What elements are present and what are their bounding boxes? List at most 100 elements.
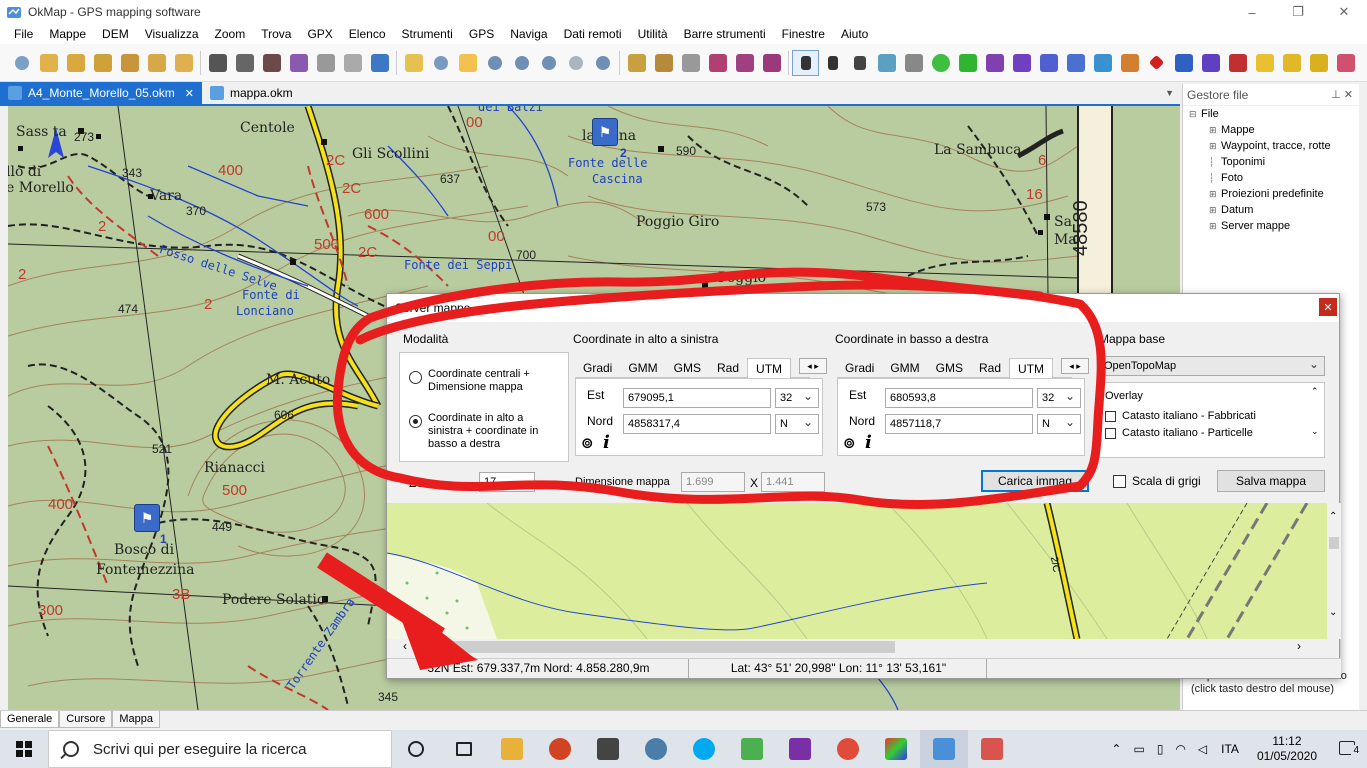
top-left-zone-select[interactable]: 32 [775, 387, 819, 408]
restore-button[interactable]: ❐ [1275, 0, 1321, 24]
dimension-height-input[interactable]: 1.441 [761, 472, 825, 492]
radio-button-selected[interactable] [409, 415, 422, 428]
file-explorer-icon[interactable] [488, 730, 536, 768]
map-info-icon[interactable] [400, 50, 427, 76]
route-edit-icon[interactable] [1008, 50, 1035, 76]
close-window-button[interactable]: ✕ [1321, 0, 1367, 24]
bottom-right-est-input[interactable]: 680593,8 [885, 388, 1033, 408]
scroll-up-icon[interactable]: ⌃ [1329, 511, 1337, 522]
chart-app-icon[interactable] [728, 730, 776, 768]
open-map-icon[interactable] [35, 50, 62, 76]
top-left-nord-input[interactable]: 4858317,4 [623, 414, 771, 434]
tree-node-toponimi[interactable]: ┆ Toponimi [1189, 154, 1359, 170]
menu-gpx[interactable]: GPX [299, 24, 340, 44]
tab-gmm[interactable]: GMM [620, 358, 666, 378]
start-button[interactable] [0, 730, 48, 768]
zoom-scale-icon[interactable] [562, 50, 589, 76]
paint-app-icon[interactable] [872, 730, 920, 768]
tree-node-file[interactable]: ⊟ File [1189, 106, 1359, 122]
tree-node-server-mappe[interactable]: ⊞ Server mappe [1189, 218, 1359, 234]
route-points-icon[interactable] [981, 50, 1008, 76]
tab-gms[interactable]: GMS [927, 358, 972, 378]
open-recent-icon[interactable] [116, 50, 143, 76]
okmap-taskbar-icon[interactable] [920, 730, 968, 768]
menu-trova[interactable]: Trova [253, 24, 299, 44]
skype-icon[interactable] [680, 730, 728, 768]
preview-vertical-scrollbar[interactable]: ⌃ ⌄ [1327, 503, 1341, 639]
delete-track-icon[interactable] [731, 50, 758, 76]
chrome-icon[interactable] [824, 730, 872, 768]
zoom-1-1-icon[interactable] [589, 50, 616, 76]
radio-corners[interactable]: Coordinate in alto a sinistra + coordina… [409, 412, 559, 451]
collapse-icon[interactable]: ⊟ [1189, 109, 1201, 120]
preview-horizontal-scrollbar[interactable]: ‹ › [387, 639, 1327, 656]
clock[interactable]: 11:12 01/05/2020 [1247, 734, 1327, 764]
tabs-dropdown-icon[interactable]: ▼ [1165, 88, 1174, 98]
scroll-down-icon[interactable]: ⌄ [1329, 607, 1337, 618]
tree-node-foto[interactable]: ┆ Foto [1189, 170, 1359, 186]
tab-utm[interactable]: UTM [747, 358, 792, 378]
checkbox[interactable] [1105, 427, 1116, 439]
tab-mappa-okm[interactable]: mappa.okm [202, 82, 301, 104]
notifications-icon[interactable]: 4 [1327, 740, 1367, 758]
print-preview-icon[interactable] [339, 50, 366, 76]
menu-strumenti[interactable]: Strumenti [394, 24, 461, 44]
radio-button[interactable] [409, 371, 422, 384]
tree-node-datum[interactable]: ⊞ Datum [1189, 202, 1359, 218]
save-as-icon[interactable] [231, 50, 258, 76]
copy-icon[interactable] [677, 50, 704, 76]
taskbar-search-box[interactable]: Scrivi qui per eseguire la ricerca [48, 730, 392, 768]
save-map-button[interactable]: Salva mappa [1217, 470, 1325, 492]
zoom-window-icon[interactable] [535, 50, 562, 76]
language-indicator[interactable]: ITA [1213, 742, 1247, 756]
open-file-icon[interactable] [170, 50, 197, 76]
edit-icon[interactable] [623, 50, 650, 76]
tree-node-waypoint[interactable]: ⊞ Waypoint, tracce, rotte [1189, 138, 1359, 154]
close-file-icon[interactable] [285, 50, 312, 76]
info-icon[interactable]: i [603, 432, 610, 453]
radio-center-dimension[interactable]: Coordinate centrali + Dimensione mappa [409, 368, 559, 394]
waypoint-edit-icon[interactable] [1116, 50, 1143, 76]
tab-cursore[interactable]: Cursore [59, 711, 113, 728]
menu-zoom[interactable]: Zoom [207, 24, 254, 44]
menu-dati-remoti[interactable]: Dati remoti [556, 24, 630, 44]
map-preview[interactable]: 2/C [387, 503, 1327, 639]
browser-app-icon[interactable] [632, 730, 680, 768]
gps-pick-icon[interactable]: ⊚ [581, 434, 594, 452]
move-icon[interactable] [900, 50, 927, 76]
eraser-icon[interactable] [873, 50, 900, 76]
bottom-right-hemisphere-select[interactable]: N [1037, 413, 1081, 434]
pencil-blue-icon[interactable] [1170, 50, 1197, 76]
open-gpx-icon[interactable] [89, 50, 116, 76]
zoom-in-icon[interactable] [481, 50, 508, 76]
overlay-fabbricati-checkbox[interactable]: Catasto italiano - Fabbricati [1105, 410, 1256, 422]
lock-icon[interactable] [454, 50, 481, 76]
close-tab-icon[interactable]: ✕ [185, 87, 194, 100]
zoom-out-icon[interactable] [508, 50, 535, 76]
add-waypoint-pointer-icon[interactable] [819, 50, 846, 76]
calculator-icon[interactable] [584, 730, 632, 768]
zoom-icon[interactable] [427, 50, 454, 76]
pencil-purple-icon[interactable] [1197, 50, 1224, 76]
open-remote-icon[interactable] [143, 50, 170, 76]
overlay-particelle-checkbox[interactable]: Catasto italiano - Particelle [1105, 427, 1253, 439]
network-icon[interactable]: ▭ [1127, 742, 1150, 756]
menu-barre-strumenti[interactable]: Barre strumenti [676, 24, 774, 44]
top-left-hemisphere-select[interactable]: N [775, 413, 819, 434]
print-icon[interactable] [312, 50, 339, 76]
battery-icon[interactable]: ▯ [1151, 742, 1170, 756]
waypoint-flag-cascina[interactable]: ⚑ [592, 118, 618, 146]
waypoint-pencil-icon[interactable] [1089, 50, 1116, 76]
dimension-width-input[interactable]: 1.699 [681, 472, 745, 492]
menu-file[interactable]: File [0, 24, 41, 44]
tab-gmm[interactable]: GMM [882, 358, 928, 378]
onenote-icon[interactable] [776, 730, 824, 768]
checkbox[interactable] [1113, 474, 1126, 488]
task-view-icon[interactable] [440, 730, 488, 768]
edit-track-icon[interactable] [650, 50, 677, 76]
expand-icon[interactable]: ⊞ [1209, 205, 1221, 216]
scroll-right-icon[interactable]: › [1297, 639, 1301, 653]
menu-naviga[interactable]: Naviga [502, 24, 555, 44]
waypoint-flag-bosco[interactable]: ⚑ [134, 504, 160, 532]
volume-icon[interactable]: ◁ [1192, 742, 1213, 756]
